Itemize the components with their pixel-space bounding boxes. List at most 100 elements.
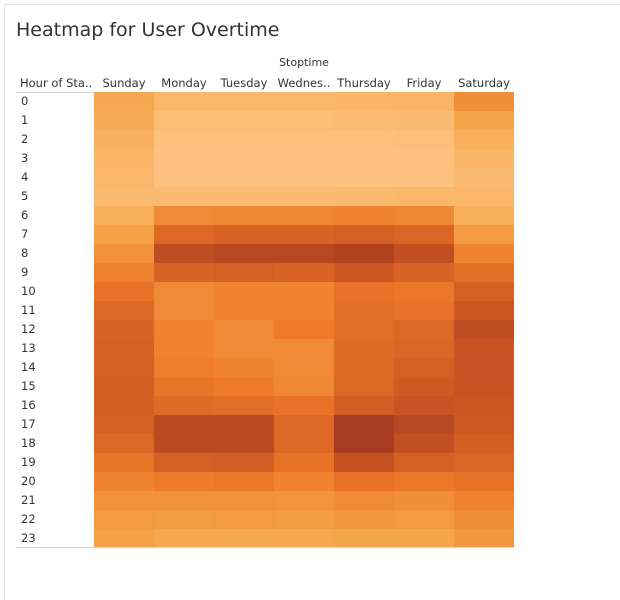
heatmap-cell[interactable] — [154, 225, 214, 244]
heatmap-cell[interactable] — [454, 377, 514, 396]
heatmap-cell[interactable] — [394, 130, 454, 149]
heatmap-cell[interactable] — [274, 244, 334, 263]
heatmap-cell[interactable] — [334, 206, 394, 225]
heatmap-cell[interactable] — [214, 301, 274, 320]
row-label[interactable]: 12 — [21, 320, 36, 339]
heatmap-cell[interactable] — [154, 149, 214, 168]
heatmap-cell[interactable] — [94, 434, 154, 453]
heatmap-cell[interactable] — [274, 358, 334, 377]
heatmap-cell[interactable] — [274, 206, 334, 225]
heatmap-cell[interactable] — [214, 320, 274, 339]
heatmap-cell[interactable] — [274, 282, 334, 301]
heatmap-cell[interactable] — [454, 244, 514, 263]
heatmap-cell[interactable] — [214, 244, 274, 263]
row-label[interactable]: 3 — [21, 149, 28, 168]
row-label[interactable]: 0 — [21, 92, 28, 111]
heatmap-cell[interactable] — [454, 510, 514, 529]
heatmap-cell[interactable] — [394, 529, 454, 548]
row-label[interactable]: 16 — [21, 396, 36, 415]
heatmap-cell[interactable] — [394, 92, 454, 111]
heatmap-cell[interactable] — [94, 472, 154, 491]
heatmap-cell[interactable] — [454, 225, 514, 244]
heatmap-cell[interactable] — [274, 529, 334, 548]
heatmap-cell[interactable] — [394, 206, 454, 225]
heatmap-cell[interactable] — [214, 453, 274, 472]
heatmap-cell[interactable] — [274, 491, 334, 510]
heatmap-cell[interactable] — [154, 472, 214, 491]
heatmap-cell[interactable] — [274, 301, 334, 320]
column-header[interactable]: Sunday — [94, 76, 154, 90]
heatmap-cell[interactable] — [274, 453, 334, 472]
heatmap-cell[interactable] — [454, 396, 514, 415]
heatmap-cell[interactable] — [334, 510, 394, 529]
heatmap-cell[interactable] — [94, 358, 154, 377]
heatmap-cell[interactable] — [454, 434, 514, 453]
heatmap-cell[interactable] — [334, 168, 394, 187]
heatmap-cell[interactable] — [334, 358, 394, 377]
heatmap-cell[interactable] — [214, 510, 274, 529]
heatmap-cell[interactable] — [334, 244, 394, 263]
heatmap-cell[interactable] — [214, 111, 274, 130]
heatmap-cell[interactable] — [334, 529, 394, 548]
heatmap-cell[interactable] — [214, 149, 274, 168]
heatmap-cell[interactable] — [94, 92, 154, 111]
heatmap-cell[interactable] — [274, 225, 334, 244]
heatmap-cell[interactable] — [214, 472, 274, 491]
row-label[interactable]: 5 — [21, 187, 28, 206]
heatmap-cell[interactable] — [94, 225, 154, 244]
row-label[interactable]: 4 — [21, 168, 28, 187]
heatmap-cell[interactable] — [274, 434, 334, 453]
heatmap-cell[interactable] — [154, 263, 214, 282]
heatmap-cell[interactable] — [394, 491, 454, 510]
column-header[interactable]: Wednes.. — [274, 76, 334, 90]
heatmap-cell[interactable] — [454, 92, 514, 111]
heatmap-cell[interactable] — [394, 453, 454, 472]
heatmap-cell[interactable] — [394, 358, 454, 377]
heatmap-cell[interactable] — [154, 92, 214, 111]
row-label[interactable]: 18 — [21, 434, 36, 453]
heatmap-cell[interactable] — [94, 130, 154, 149]
row-label[interactable]: 10 — [21, 282, 36, 301]
heatmap-cell[interactable] — [394, 415, 454, 434]
heatmap-cell[interactable] — [454, 168, 514, 187]
heatmap-cell[interactable] — [394, 472, 454, 491]
heatmap-cell[interactable] — [274, 111, 334, 130]
heatmap-cell[interactable] — [154, 301, 214, 320]
heatmap-cell[interactable] — [214, 491, 274, 510]
heatmap-cell[interactable] — [154, 282, 214, 301]
heatmap-cell[interactable] — [454, 358, 514, 377]
heatmap-cell[interactable] — [334, 339, 394, 358]
heatmap-cell[interactable] — [274, 130, 334, 149]
heatmap-cell[interactable] — [274, 415, 334, 434]
heatmap-cell[interactable] — [154, 529, 214, 548]
column-header[interactable]: Tuesday — [214, 76, 274, 90]
row-label[interactable]: 7 — [21, 225, 28, 244]
heatmap-cell[interactable] — [94, 168, 154, 187]
heatmap-cell[interactable] — [334, 263, 394, 282]
row-label[interactable]: 8 — [21, 244, 28, 263]
heatmap-cell[interactable] — [274, 168, 334, 187]
heatmap-cell[interactable] — [454, 111, 514, 130]
heatmap-cell[interactable] — [154, 453, 214, 472]
heatmap-cell[interactable] — [454, 415, 514, 434]
heatmap-cell[interactable] — [334, 491, 394, 510]
heatmap-cell[interactable] — [274, 377, 334, 396]
heatmap-cell[interactable] — [154, 244, 214, 263]
heatmap-cell[interactable] — [214, 396, 274, 415]
heatmap-cell[interactable] — [274, 92, 334, 111]
heatmap-cell[interactable] — [454, 320, 514, 339]
heatmap-cell[interactable] — [214, 434, 274, 453]
heatmap-cell[interactable] — [454, 282, 514, 301]
heatmap-cell[interactable] — [394, 168, 454, 187]
heatmap-cell[interactable] — [94, 320, 154, 339]
heatmap-cell[interactable] — [334, 396, 394, 415]
heatmap-cell[interactable] — [214, 187, 274, 206]
heatmap-cell[interactable] — [214, 358, 274, 377]
heatmap-cell[interactable] — [154, 358, 214, 377]
row-label[interactable]: 23 — [21, 529, 36, 548]
heatmap-cell[interactable] — [94, 244, 154, 263]
heatmap-cell[interactable] — [334, 149, 394, 168]
column-header[interactable]: Monday — [154, 76, 214, 90]
heatmap-cell[interactable] — [94, 149, 154, 168]
heatmap-cell[interactable] — [154, 377, 214, 396]
